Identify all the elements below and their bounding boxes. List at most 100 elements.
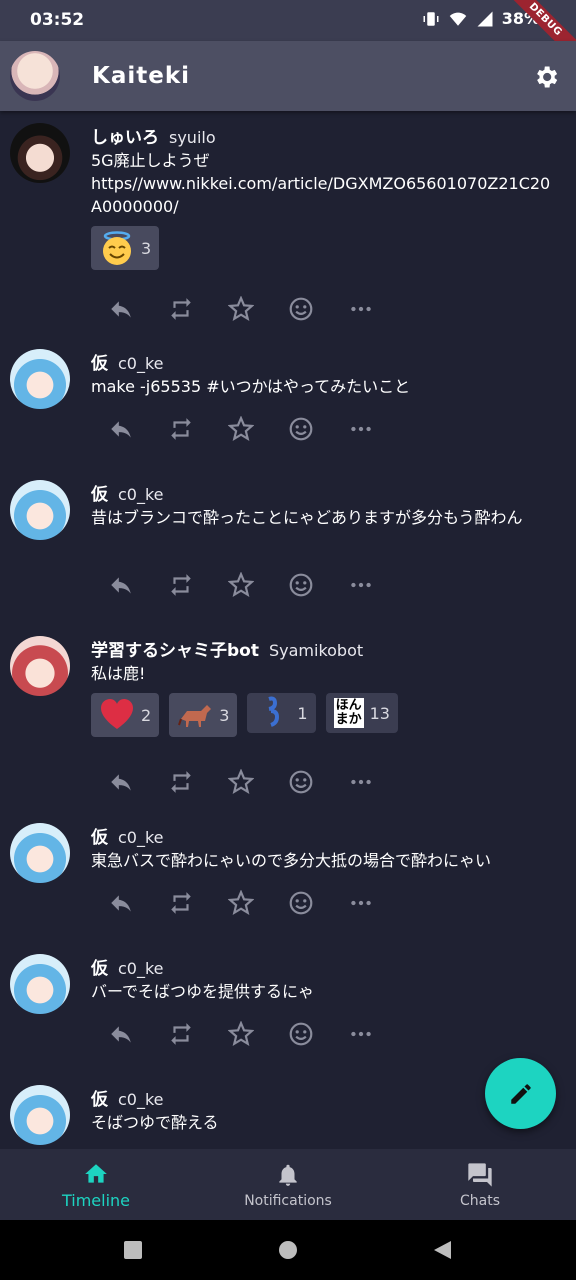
reply-button[interactable] xyxy=(91,409,151,449)
timeline[interactable]: しゅいろ syuilo 5G廃止しようぜ https//www.nikkei.c… xyxy=(0,111,576,1149)
repeat-icon xyxy=(171,1023,191,1045)
red-heart-icon xyxy=(101,699,133,729)
star-button[interactable] xyxy=(211,565,271,605)
emoji-button[interactable] xyxy=(271,409,331,449)
emoji-icon xyxy=(289,891,313,915)
reply-button[interactable] xyxy=(91,565,151,605)
emoji-button[interactable] xyxy=(271,289,331,329)
signal-icon xyxy=(477,11,493,26)
display-name[interactable]: しゅいろ xyxy=(91,123,159,148)
username[interactable]: c0_ke xyxy=(118,828,164,847)
display-name[interactable]: 仮 xyxy=(91,823,108,848)
post-header: しゅいろ syuilo xyxy=(91,123,556,148)
avatar[interactable] xyxy=(10,123,70,183)
star-button[interactable] xyxy=(211,762,271,802)
repeat-icon xyxy=(171,574,191,596)
nav-label: Chats xyxy=(459,1193,500,1209)
username[interactable]: Syamikobot xyxy=(269,641,363,660)
avatar[interactable] xyxy=(10,1085,70,1145)
avatar[interactable] xyxy=(10,823,70,883)
star-button[interactable] xyxy=(211,289,271,329)
post-text: 昔はブランコで酔ったことにゃどありますが多分もう酔わん xyxy=(91,508,523,527)
username[interactable]: c0_ke xyxy=(118,959,164,978)
username[interactable]: c0_ke xyxy=(118,1090,164,1109)
display-name[interactable]: 仮 xyxy=(91,480,108,505)
repeat-button[interactable] xyxy=(151,762,211,802)
reaction-chip[interactable]: ほん まか 13 xyxy=(325,693,398,733)
repeat-icon xyxy=(171,892,191,914)
post-body: 仮 c0_ke 昔はブランコで酔ったことにゃどありますが多分もう酔わん xyxy=(91,480,556,529)
repeat-button[interactable] xyxy=(151,565,211,605)
system-navigation-bar xyxy=(0,1220,576,1280)
nav-timeline[interactable]: Timeline xyxy=(0,1149,192,1220)
post-text: 東急バスで酔わにゃいので多分大抵の場合で酔わにゃい xyxy=(91,851,492,870)
post-text: make -j65535 #いつかはやってみたいこと xyxy=(91,377,411,396)
reply-icon xyxy=(111,774,131,791)
reply-icon xyxy=(111,421,131,438)
smiling-face-with-halo-icon xyxy=(103,231,131,265)
nav-notifications[interactable]: Notifications xyxy=(192,1149,384,1220)
emoji-icon xyxy=(289,770,313,794)
star-icon xyxy=(228,769,254,795)
more-button[interactable] xyxy=(331,883,391,923)
star-button[interactable] xyxy=(211,409,271,449)
more-icon xyxy=(351,900,371,906)
status-bar: 03:52 38% xyxy=(0,0,576,41)
display-name[interactable]: 学習するシャミ子bot xyxy=(91,636,259,661)
more-button[interactable] xyxy=(331,762,391,802)
recents-icon[interactable] xyxy=(123,1240,143,1260)
post-body: 仮 c0_ke make -j65535 #いつかはやってみたいこと xyxy=(91,349,556,398)
avatar[interactable] xyxy=(10,349,70,409)
home-button-icon[interactable] xyxy=(278,1240,298,1260)
reply-button[interactable] xyxy=(91,289,151,329)
username[interactable]: c0_ke xyxy=(118,485,164,504)
more-button[interactable] xyxy=(331,409,391,449)
gear-icon[interactable] xyxy=(532,63,560,91)
star-button[interactable] xyxy=(211,883,271,923)
post-body: 学習するシャミ子bot Syamikobot 私は鹿! 2 3 1 ほん まか … xyxy=(91,636,556,737)
back-icon[interactable] xyxy=(432,1240,452,1260)
reply-icon xyxy=(111,1026,131,1043)
post-text: 5G廃止しようぜ https//www.nikkei.com/article/D… xyxy=(91,151,551,216)
nav-chats[interactable]: Chats xyxy=(384,1149,576,1220)
app-bar: Kaiteki xyxy=(0,41,576,111)
reply-button[interactable] xyxy=(91,762,151,802)
repeat-button[interactable] xyxy=(151,289,211,329)
avatar[interactable] xyxy=(10,636,70,696)
reply-icon xyxy=(111,577,131,594)
repeat-button[interactable] xyxy=(151,1014,211,1054)
display-name[interactable]: 仮 xyxy=(91,954,108,979)
emoji-button[interactable] xyxy=(271,883,331,923)
display-name[interactable]: 仮 xyxy=(91,349,108,374)
wifi-icon xyxy=(449,12,466,26)
reaction-chip[interactable]: 2 xyxy=(91,693,160,737)
more-button[interactable] xyxy=(331,1014,391,1054)
username[interactable]: c0_ke xyxy=(118,354,164,373)
display-name[interactable]: 仮 xyxy=(91,1085,108,1110)
emoji-button[interactable] xyxy=(271,762,331,802)
repeat-icon xyxy=(171,298,191,320)
emoji-icon xyxy=(289,297,313,321)
bottom-navigation: Timeline Notifications Chats xyxy=(0,1149,576,1220)
more-button[interactable] xyxy=(331,289,391,329)
username[interactable]: syuilo xyxy=(169,128,216,147)
post-header: 学習するシャミ子bot Syamikobot xyxy=(91,636,556,661)
more-icon xyxy=(351,779,371,785)
account-avatar[interactable] xyxy=(10,51,60,101)
more-button[interactable] xyxy=(331,565,391,605)
emoji-button[interactable] xyxy=(271,565,331,605)
emoji-icon xyxy=(289,573,313,597)
reply-button[interactable] xyxy=(91,1014,151,1054)
avatar[interactable] xyxy=(10,954,70,1014)
repeat-button[interactable] xyxy=(151,409,211,449)
post-header: 仮 c0_ke xyxy=(91,954,556,979)
star-button[interactable] xyxy=(211,1014,271,1054)
repeat-button[interactable] xyxy=(151,883,211,923)
emoji-button[interactable] xyxy=(271,1014,331,1054)
reaction-chip[interactable]: 1 xyxy=(247,693,316,733)
reaction-chip[interactable]: 3 xyxy=(91,226,160,270)
compose-fab[interactable] xyxy=(485,1058,556,1129)
reply-button[interactable] xyxy=(91,883,151,923)
reaction-chip[interactable]: 3 xyxy=(169,693,238,737)
avatar[interactable] xyxy=(10,480,70,540)
